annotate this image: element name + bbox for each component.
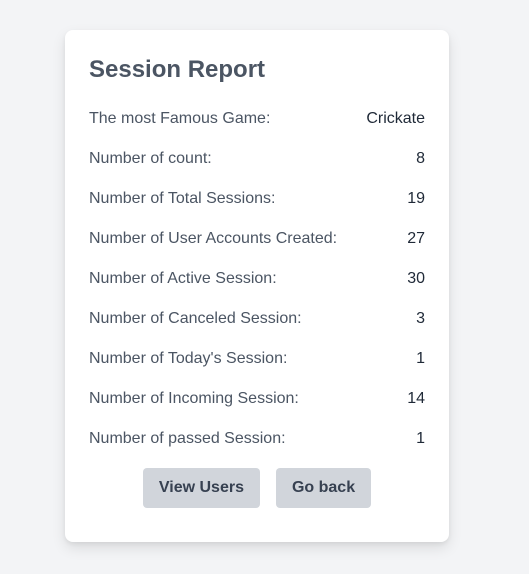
row-label: Number of Incoming Session: [89, 390, 299, 407]
row-label: The most Famous Game: [89, 110, 271, 127]
row-famous-game: The most Famous Game: Crickate [89, 99, 425, 139]
row-label: Number of Canceled Session: [89, 310, 302, 327]
row-label: Number of passed Session: [89, 430, 286, 447]
page-title: Session Report [89, 56, 266, 83]
row-value: 27 [407, 230, 425, 247]
row-label: Number of User Accounts Created: [89, 230, 338, 247]
row-total-sessions: Number of Total Sessions: 19 [89, 179, 425, 219]
row-value: 8 [416, 150, 425, 167]
report-rows: The most Famous Game: Crickate Number of… [89, 99, 425, 459]
view-users-button[interactable]: View Users [142, 468, 260, 508]
row-incoming-session: Number of Incoming Session: 14 [89, 379, 425, 419]
row-canceled-session: Number of Canceled Session: 3 [89, 299, 425, 339]
row-label: Number of Active Session: [89, 270, 277, 287]
row-label: Number of Total Sessions: [89, 190, 276, 207]
row-value: 1 [416, 350, 425, 367]
row-value: 14 [407, 390, 425, 407]
session-report-card: Session Report The most Famous Game: Cri… [65, 30, 449, 542]
row-todays-session: Number of Today's Session: 1 [89, 339, 425, 379]
row-value: 3 [416, 310, 425, 327]
row-value: 19 [407, 190, 425, 207]
row-user-accounts-created: Number of User Accounts Created: 27 [89, 219, 425, 259]
go-back-button[interactable]: Go back [275, 468, 372, 508]
row-value: 1 [416, 430, 425, 447]
action-buttons: View Users Go back [89, 468, 425, 508]
row-active-session: Number of Active Session: 30 [89, 259, 425, 299]
row-label: Number of Today's Session: [89, 350, 288, 367]
row-passed-session: Number of passed Session: 1 [89, 419, 425, 459]
row-count: Number of count: 8 [89, 139, 425, 179]
row-value: 30 [407, 270, 425, 287]
row-label: Number of count: [89, 150, 212, 167]
row-value: Crickate [366, 110, 425, 127]
